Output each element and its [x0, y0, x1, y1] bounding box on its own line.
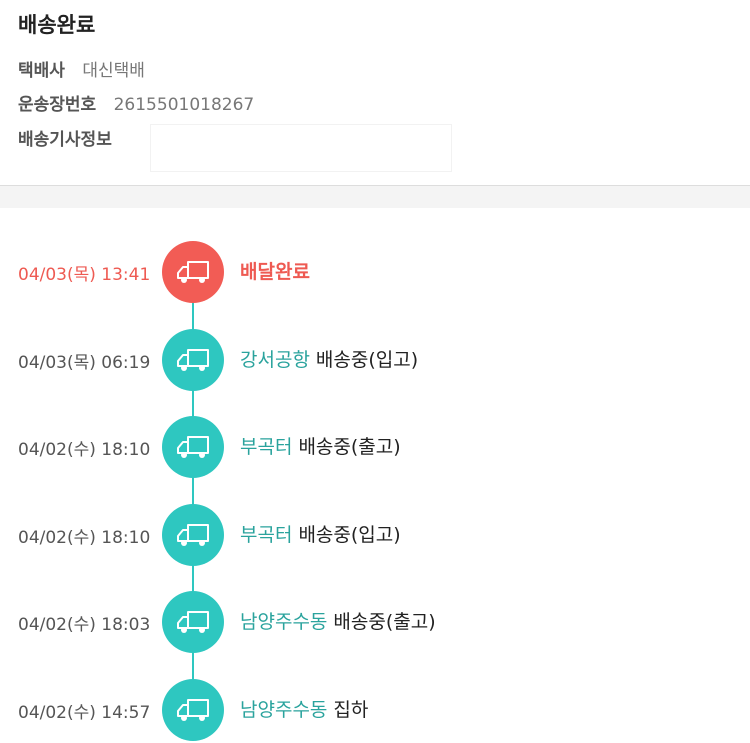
event-description: 남양주수동 집하	[240, 695, 368, 722]
section-gap	[0, 186, 750, 208]
carrier-label: 택배사	[18, 61, 65, 81]
driver-label: 배송기사정보	[18, 130, 112, 150]
event-dot	[162, 678, 224, 741]
timeline-event: 04/02(수) 18:10 부곡터 배송중(출고)	[0, 415, 750, 478]
event-dot	[162, 241, 224, 303]
event-time: 04/03(목) 06:19	[18, 352, 151, 373]
event-time: 04/03(목) 13:41	[18, 265, 151, 285]
event-location: 남양주수동	[240, 698, 328, 721]
event-status: 집하	[333, 698, 369, 721]
truck-icon	[177, 261, 209, 283]
event-location: 남양주수동	[240, 611, 328, 633]
event-time: 04/02(수) 18:10	[18, 440, 151, 460]
carrier-value: 대신택배	[82, 61, 145, 81]
event-time: 04/02(수) 18:03	[18, 615, 151, 635]
driver-row: 배송기사정보	[18, 127, 112, 153]
event-description: 강서공항 배송중(입고)	[240, 345, 418, 372]
truck-icon	[177, 698, 209, 721]
event-location: 부곡터	[240, 436, 293, 458]
event-description: 배달완료	[240, 257, 310, 284]
event-description: 남양주수동 배송중(출고)	[240, 607, 436, 634]
delivery-tracking-page: 배송완료 택배사 대신택배 운송장번호 2615501018267 배송기사정보…	[0, 0, 750, 743]
timeline-event: 04/03(목) 13:41 배달완료	[0, 240, 750, 303]
event-dot	[162, 416, 224, 478]
invoice-number: 2615501018267	[113, 95, 255, 115]
event-location: 강서공항	[240, 348, 310, 371]
timeline-event: 04/03(목) 06:19 강서공항 배송중(입고)	[0, 328, 750, 391]
invoice-label: 운송장번호	[18, 95, 97, 115]
truck-icon	[177, 348, 209, 371]
event-location: 부곡터	[240, 523, 293, 546]
tracking-timeline: 04/03(목) 13:41 배달완료 04/03(목) 06:19 강서공항 …	[0, 208, 750, 743]
timeline-event: 04/02(수) 14:57 남양주수동 집하	[0, 678, 750, 741]
carrier-row: 택배사 대신택배	[18, 58, 145, 84]
event-time: 04/02(수) 18:10	[18, 527, 151, 548]
event-time: 04/02(수) 14:57	[18, 702, 151, 723]
page-title: 배송완료	[18, 13, 96, 37]
invoice-row: 운송장번호 2615501018267	[18, 92, 254, 118]
event-status: 배송중(출고)	[298, 436, 401, 458]
event-dot	[162, 328, 224, 391]
event-status: 배송중(출고)	[333, 611, 436, 633]
shipment-info: 배송완료 택배사 대신택배 운송장번호 2615501018267 배송기사정보	[0, 0, 750, 185]
event-dot	[162, 591, 224, 653]
truck-icon	[177, 436, 209, 458]
timeline-event: 04/02(수) 18:10 부곡터 배송중(입고)	[0, 503, 750, 566]
event-status: 배송중(입고)	[298, 523, 401, 546]
truck-icon	[177, 523, 209, 546]
truck-icon	[177, 611, 209, 633]
driver-info-box	[150, 124, 452, 172]
event-location: 배달완료	[240, 261, 310, 283]
event-description: 부곡터 배송중(출고)	[240, 432, 401, 459]
event-description: 부곡터 배송중(입고)	[240, 520, 401, 547]
event-dot	[162, 503, 224, 566]
timeline-event: 04/02(수) 18:03 남양주수동 배송중(출고)	[0, 590, 750, 653]
event-status: 배송중(입고)	[315, 348, 419, 371]
